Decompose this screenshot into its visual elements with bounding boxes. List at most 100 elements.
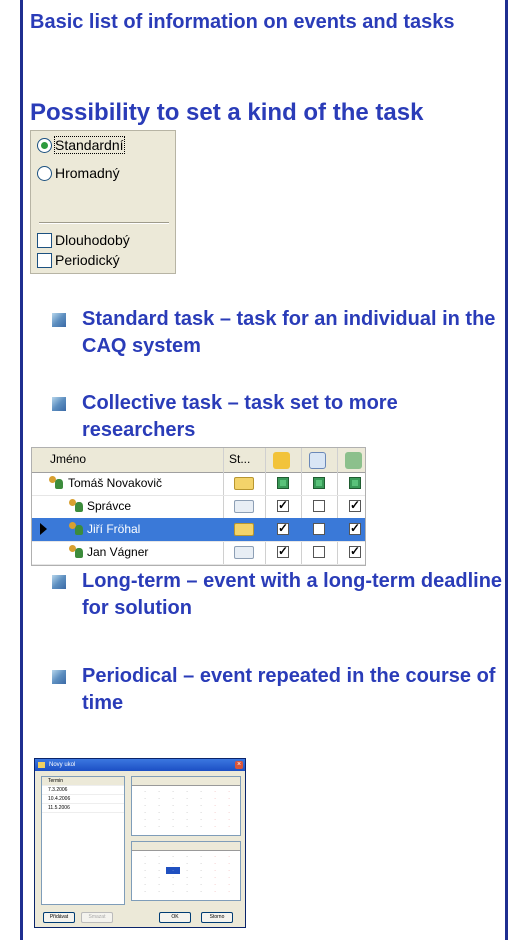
calendar-day[interactable]: · [166, 874, 180, 881]
calendar-day[interactable]: · [138, 788, 152, 795]
calendar-day[interactable]: · [180, 795, 194, 802]
ok-button[interactable]: OK [159, 912, 191, 923]
radio-standardni[interactable]: Standardní [37, 135, 125, 155]
calendar-day[interactable]: · [194, 795, 208, 802]
calendar-day[interactable]: · [194, 809, 208, 816]
calendar-day[interactable]: · [166, 860, 180, 867]
calendar-day[interactable]: · [208, 809, 222, 816]
calendar-day[interactable]: · [138, 795, 152, 802]
status-cell[interactable] [313, 477, 325, 489]
checkbox-cell[interactable] [349, 521, 361, 535]
add-button[interactable]: Přidávat [43, 912, 75, 923]
table-row[interactable]: Správce [32, 495, 365, 519]
calendar-month[interactable]: · · · · · · · · · · · · · · · · · · · · · · · · · · · · · · · · · · · · · · · ·… [131, 776, 241, 836]
list-item[interactable]: 10.4.2006 [42, 795, 124, 804]
column-status-header[interactable]: St... [229, 452, 250, 466]
calendar-day[interactable]: · [166, 888, 180, 895]
delete-button[interactable]: Smazat [81, 912, 113, 923]
calendar-day[interactable]: · [166, 816, 180, 823]
calendar-day[interactable]: · [208, 860, 222, 867]
calendar-day[interactable]: · [222, 860, 236, 867]
checkbox-periodicky[interactable]: Periodický [37, 250, 120, 270]
calendar-day[interactable]: · [208, 802, 222, 809]
checkbox-cell[interactable] [277, 498, 289, 512]
checkbox-dlouhodoby[interactable]: Dlouhodobý [37, 230, 130, 250]
calendar-day[interactable]: · [152, 860, 166, 867]
table-row[interactable]: Tomáš Novakovič [32, 472, 365, 496]
checkbox-cell[interactable] [277, 544, 289, 558]
calendar-day[interactable]: · [166, 788, 180, 795]
calendar-day[interactable]: · [194, 788, 208, 795]
calendar-day[interactable]: · [194, 853, 208, 860]
calendar-month[interactable]: · · · · · · · · · · · · · · · · · · · · · · · · · · · · · · · · · · · · · · · ·… [131, 841, 241, 901]
calendar-day[interactable]: · [222, 888, 236, 895]
calendar-day[interactable]: · [152, 888, 166, 895]
calendar-day[interactable]: · [166, 867, 180, 874]
calendar-day[interactable]: · [180, 888, 194, 895]
calendar-day[interactable]: · [152, 788, 166, 795]
cancel-button[interactable]: Storno [201, 912, 233, 923]
calendar-day[interactable]: · [180, 809, 194, 816]
calendar-day[interactable]: · [208, 795, 222, 802]
calendar-day[interactable]: · [194, 881, 208, 888]
calendar-day[interactable]: · [180, 874, 194, 881]
calendar-day[interactable]: · [152, 795, 166, 802]
status-cell[interactable] [349, 477, 361, 489]
calendar-day[interactable]: · [152, 816, 166, 823]
calendar-day[interactable]: · [138, 888, 152, 895]
column-name-header[interactable]: Jméno [50, 452, 86, 466]
calendar-day[interactable]: · [194, 888, 208, 895]
calendar-day[interactable]: · [152, 823, 166, 830]
calendar-day[interactable]: · [194, 874, 208, 881]
calendar-day[interactable]: · [166, 802, 180, 809]
checkbox-cell[interactable] [313, 500, 325, 512]
calendar-day[interactable]: · [166, 881, 180, 888]
calendar-day[interactable]: · [138, 881, 152, 888]
calendar-day[interactable]: · [208, 888, 222, 895]
calendar-day[interactable]: · [222, 867, 236, 874]
calendar-day[interactable]: · [166, 853, 180, 860]
calendar-day[interactable]: · [208, 867, 222, 874]
list-item[interactable]: 11.5.2006 [42, 804, 124, 813]
calendar-day[interactable]: · [138, 860, 152, 867]
calendar-day[interactable]: · [138, 874, 152, 881]
calendar-day[interactable]: · [180, 823, 194, 830]
calendar-day[interactable]: · [152, 853, 166, 860]
calendar-day[interactable]: · [152, 881, 166, 888]
calendar-day[interactable]: · [222, 795, 236, 802]
calendar-day[interactable]: · [194, 823, 208, 830]
calendar-day[interactable]: · [208, 816, 222, 823]
calendar-day[interactable]: · [222, 853, 236, 860]
table-row[interactable]: Jan Vágner [32, 541, 365, 565]
calendar-day[interactable]: · [152, 867, 166, 874]
calendar-day[interactable]: · [208, 853, 222, 860]
calendar-day[interactable]: · [208, 881, 222, 888]
calendar-day[interactable]: · [208, 823, 222, 830]
calendar-day[interactable]: · [180, 860, 194, 867]
calendar-day[interactable]: · [222, 809, 236, 816]
checkbox-cell[interactable] [349, 544, 361, 558]
calendar-day[interactable]: · [194, 802, 208, 809]
calendar-day[interactable]: · [138, 853, 152, 860]
date-list[interactable]: Termin 7.3.2006 10.4.2006 11.5.2006 [41, 776, 125, 905]
calendar-day[interactable]: · [138, 816, 152, 823]
list-item[interactable]: 7.3.2006 [42, 786, 124, 795]
calendar-day[interactable]: · [166, 795, 180, 802]
calendar-day[interactable]: · [180, 816, 194, 823]
calendar-day[interactable]: · [166, 823, 180, 830]
calendar-day[interactable]: · [152, 802, 166, 809]
calendar-day[interactable]: · [152, 809, 166, 816]
calendar-day[interactable]: · [194, 867, 208, 874]
calendar-day[interactable]: · [180, 867, 194, 874]
calendar-day[interactable]: · [180, 788, 194, 795]
checkbox-cell[interactable] [277, 521, 289, 535]
calendar-day[interactable]: · [222, 802, 236, 809]
calendar-day[interactable]: · [180, 881, 194, 888]
close-icon[interactable]: × [235, 761, 243, 769]
calendar-day[interactable]: · [222, 816, 236, 823]
radio-hromadny[interactable]: Hromadný [37, 163, 120, 183]
checkbox-cell[interactable] [313, 546, 325, 558]
calendar-day[interactable]: · [152, 874, 166, 881]
calendar-day[interactable]: · [194, 816, 208, 823]
calendar-day[interactable]: · [222, 881, 236, 888]
